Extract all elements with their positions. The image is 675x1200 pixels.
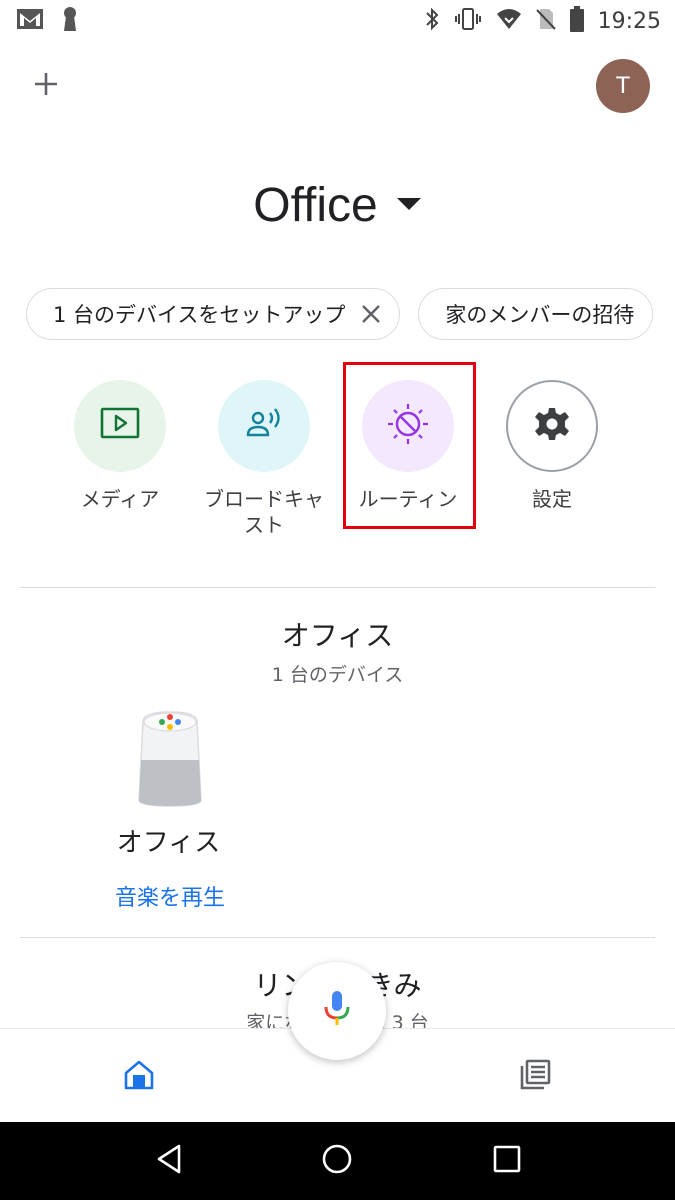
vibrate-icon	[454, 7, 482, 35]
nav-home-tab[interactable]	[112, 1053, 166, 1101]
recents-square-icon	[493, 1145, 521, 1177]
microphone-icon	[322, 989, 352, 1033]
home-icon	[124, 1060, 154, 1094]
back-button[interactable]	[148, 1140, 190, 1182]
shortcut-label: 設定	[532, 487, 572, 511]
device-google-home[interactable]	[108, 708, 232, 812]
home-name: Office	[253, 178, 378, 232]
broadcast-circle	[218, 380, 310, 472]
keyhole-icon	[62, 6, 78, 36]
system-navigation-bar	[0, 1122, 675, 1200]
home-selector[interactable]: Office	[0, 170, 675, 240]
divider	[20, 937, 655, 938]
chip-label: 1 台のデバイスをセットアップ	[53, 303, 346, 327]
play-music-link[interactable]: 音楽を再生	[0, 880, 340, 912]
feed-icon	[518, 1058, 552, 1096]
shortcut-label: メディア	[80, 487, 160, 511]
status-time: 19:25	[597, 8, 661, 34]
broadcast-icon	[245, 407, 283, 445]
shortcut-settings[interactable]: 設定	[480, 380, 624, 538]
shortcut-broadcast[interactable]: ブロードキャスト	[192, 380, 336, 538]
chip-label: 家のメンバーの招待	[445, 303, 635, 327]
routine-highlight-frame	[343, 362, 476, 529]
nav-feed-tab[interactable]	[508, 1053, 562, 1101]
play-icon	[100, 407, 140, 445]
assistant-mic-button[interactable]	[288, 962, 386, 1060]
wifi-icon	[496, 8, 522, 34]
add-button[interactable]	[22, 62, 70, 110]
bluetooth-icon	[424, 7, 440, 35]
gear-icon	[534, 406, 570, 446]
app-bar	[0, 50, 675, 122]
shortcut-label: ブロードキャスト	[204, 487, 324, 537]
chip-setup-device[interactable]: 1 台のデバイスをセットアップ	[26, 288, 401, 340]
room-device-count: 1 台のデバイス	[271, 664, 404, 686]
suggestion-chips: 1 台のデバイスをセットアップ 家のメンバーの招待	[26, 288, 654, 340]
recents-button[interactable]	[486, 1140, 528, 1182]
settings-circle	[506, 380, 598, 472]
home-circle-icon	[321, 1143, 353, 1179]
shortcut-media[interactable]: メディア	[48, 380, 192, 538]
media-circle	[74, 380, 166, 472]
divider	[20, 587, 655, 588]
plus-icon	[33, 71, 59, 101]
room-title: オフィス	[281, 619, 394, 652]
battery-icon	[569, 6, 584, 36]
gmail-icon	[16, 7, 44, 35]
status-bar: 19:25	[0, 0, 675, 40]
chip-invite-member[interactable]: 家のメンバーの招待	[418, 288, 654, 340]
no-sim-icon	[535, 7, 556, 35]
avatar-initial: T	[615, 72, 631, 99]
device-name: オフィス	[116, 828, 221, 858]
dropdown-arrow-icon	[396, 196, 422, 215]
home-button[interactable]	[316, 1140, 358, 1182]
account-avatar[interactable]: T	[596, 59, 650, 113]
close-icon[interactable]	[361, 304, 381, 324]
back-triangle-icon	[156, 1144, 182, 1178]
google-home-speaker-icon	[135, 708, 205, 812]
